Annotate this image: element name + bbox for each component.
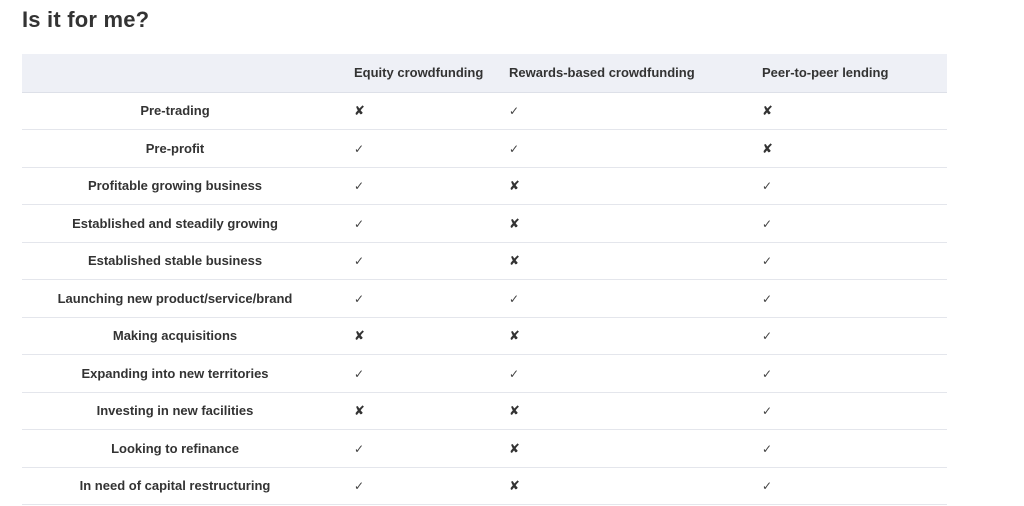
table-row: Making acquisitions ✘ ✘ ✓	[22, 317, 947, 355]
table-cell: ✓	[509, 280, 756, 318]
cross-icon: ✘	[354, 403, 365, 419]
table-cell: ✓	[509, 130, 756, 168]
table-cell: ✓	[756, 392, 947, 430]
table-cell: ✓	[756, 430, 947, 468]
check-icon: ✓	[509, 104, 520, 119]
table-cell: ✓	[509, 92, 756, 130]
header-row: Equity crowdfunding Rewards-based crowdf…	[22, 54, 947, 93]
header-rewards-based-crowdfunding: Rewards-based crowdfunding	[509, 54, 756, 93]
table-row: Pre-trading ✘ ✓ ✘	[22, 92, 947, 130]
row-label: Pre-profit	[145, 140, 205, 156]
table-cell: ✘	[509, 392, 756, 430]
check-icon: ✓	[354, 441, 365, 456]
check-icon: ✓	[509, 366, 520, 381]
check-icon: ✓	[354, 254, 365, 269]
check-icon: ✓	[762, 179, 773, 194]
table-row: Established stable business ✓ ✘ ✓	[22, 242, 947, 280]
row-label: Expanding into new territories	[81, 365, 269, 381]
row-label: Looking to refinance	[111, 440, 239, 456]
row-label: Making acquisitions	[112, 328, 238, 344]
table-row: Profitable growing business ✓ ✘ ✓	[22, 167, 947, 205]
check-icon: ✓	[762, 291, 773, 306]
table-cell: ✓	[756, 205, 947, 243]
cross-icon: ✘	[509, 215, 520, 231]
check-icon: ✓	[354, 179, 365, 194]
check-icon: ✓	[509, 291, 520, 306]
table-cell: ✘	[509, 205, 756, 243]
table-row: Expanding into new territories ✓ ✓ ✓	[22, 355, 947, 393]
table-cell: ✘	[756, 92, 947, 130]
table-cell: ✘	[509, 242, 756, 280]
table-row: Established and steadily growing ✓ ✘ ✓	[22, 205, 947, 243]
table-cell: ✘	[509, 430, 756, 468]
table-row: Investing in new facilities ✘ ✘ ✓	[22, 392, 947, 430]
table-cell: ✘	[756, 130, 947, 168]
row-label: Pre-trading	[140, 103, 210, 119]
table-cell: ✘	[328, 92, 509, 130]
table-cell: ✓	[756, 167, 947, 205]
cross-icon: ✘	[509, 403, 520, 419]
cross-icon: ✘	[509, 328, 520, 344]
table-cell: ✘	[328, 392, 509, 430]
table-row: Looking to refinance ✓ ✘ ✓	[22, 430, 947, 468]
table-cell: ✓	[509, 355, 756, 393]
table-cell: ✓	[328, 280, 509, 318]
table-row: Pre-profit ✓ ✓ ✘	[22, 130, 947, 168]
check-icon: ✓	[762, 441, 773, 456]
table-cell: ✓	[328, 242, 509, 280]
cross-icon: ✘	[509, 178, 520, 194]
table-cell: ✓	[328, 130, 509, 168]
cross-icon: ✘	[509, 478, 520, 494]
check-icon: ✓	[354, 216, 365, 231]
table-cell: ✓	[328, 167, 509, 205]
table-cell: ✘	[509, 167, 756, 205]
row-label: Profitable growing business	[87, 178, 263, 194]
header-equity-crowdfunding: Equity crowdfunding	[328, 54, 509, 93]
table-cell: ✘	[509, 317, 756, 355]
row-label: Investing in new facilities	[96, 403, 254, 419]
row-label: Launching new product/service/brand	[57, 290, 293, 306]
check-icon: ✓	[762, 479, 773, 494]
check-icon: ✓	[762, 366, 773, 381]
check-icon: ✓	[354, 479, 365, 494]
cross-icon: ✘	[509, 440, 520, 456]
table-cell: ✓	[756, 280, 947, 318]
check-icon: ✓	[509, 141, 520, 156]
table-row: Launching new product/service/brand ✓ ✓ ✓	[22, 280, 947, 318]
check-icon: ✓	[762, 404, 773, 419]
check-icon: ✓	[762, 216, 773, 231]
cross-icon: ✘	[354, 328, 365, 344]
check-icon: ✓	[762, 329, 773, 344]
check-icon: ✓	[354, 291, 365, 306]
check-icon: ✓	[762, 254, 773, 269]
table-cell: ✓	[756, 467, 947, 505]
cross-icon: ✘	[762, 140, 773, 156]
table-cell: ✓	[328, 430, 509, 468]
table-row: In need of capital restructuring ✓ ✘ ✓	[22, 467, 947, 505]
header-peer-to-peer-lending: Peer-to-peer lending	[756, 54, 947, 93]
cross-icon: ✘	[509, 253, 520, 269]
cross-icon: ✘	[762, 103, 773, 119]
page-title: Is it for me?	[22, 7, 150, 32]
row-label: Established and steadily growing	[72, 215, 278, 231]
comparison-table: Equity crowdfunding Rewards-based crowdf…	[22, 54, 947, 505]
row-label: In need of capital restructuring	[79, 478, 271, 494]
table-cell: ✘	[328, 317, 509, 355]
table-cell: ✘	[509, 467, 756, 505]
table-cell: ✓	[756, 242, 947, 280]
check-icon: ✓	[354, 366, 365, 381]
table-cell: ✓	[328, 467, 509, 505]
table-cell: ✓	[756, 317, 947, 355]
table-cell: ✓	[328, 355, 509, 393]
row-label: Established stable business	[87, 253, 263, 269]
table-cell: ✓	[328, 205, 509, 243]
table-body: Pre-trading ✘ ✓ ✘ Pre-profit ✓ ✓ ✘ Profitable gr…	[22, 92, 947, 505]
table-header: Equity crowdfunding Rewards-based crowdf…	[22, 54, 947, 93]
table-cell: ✓	[756, 355, 947, 393]
cross-icon: ✘	[354, 103, 365, 119]
check-icon: ✓	[354, 141, 365, 156]
header-empty-cell	[22, 54, 328, 93]
